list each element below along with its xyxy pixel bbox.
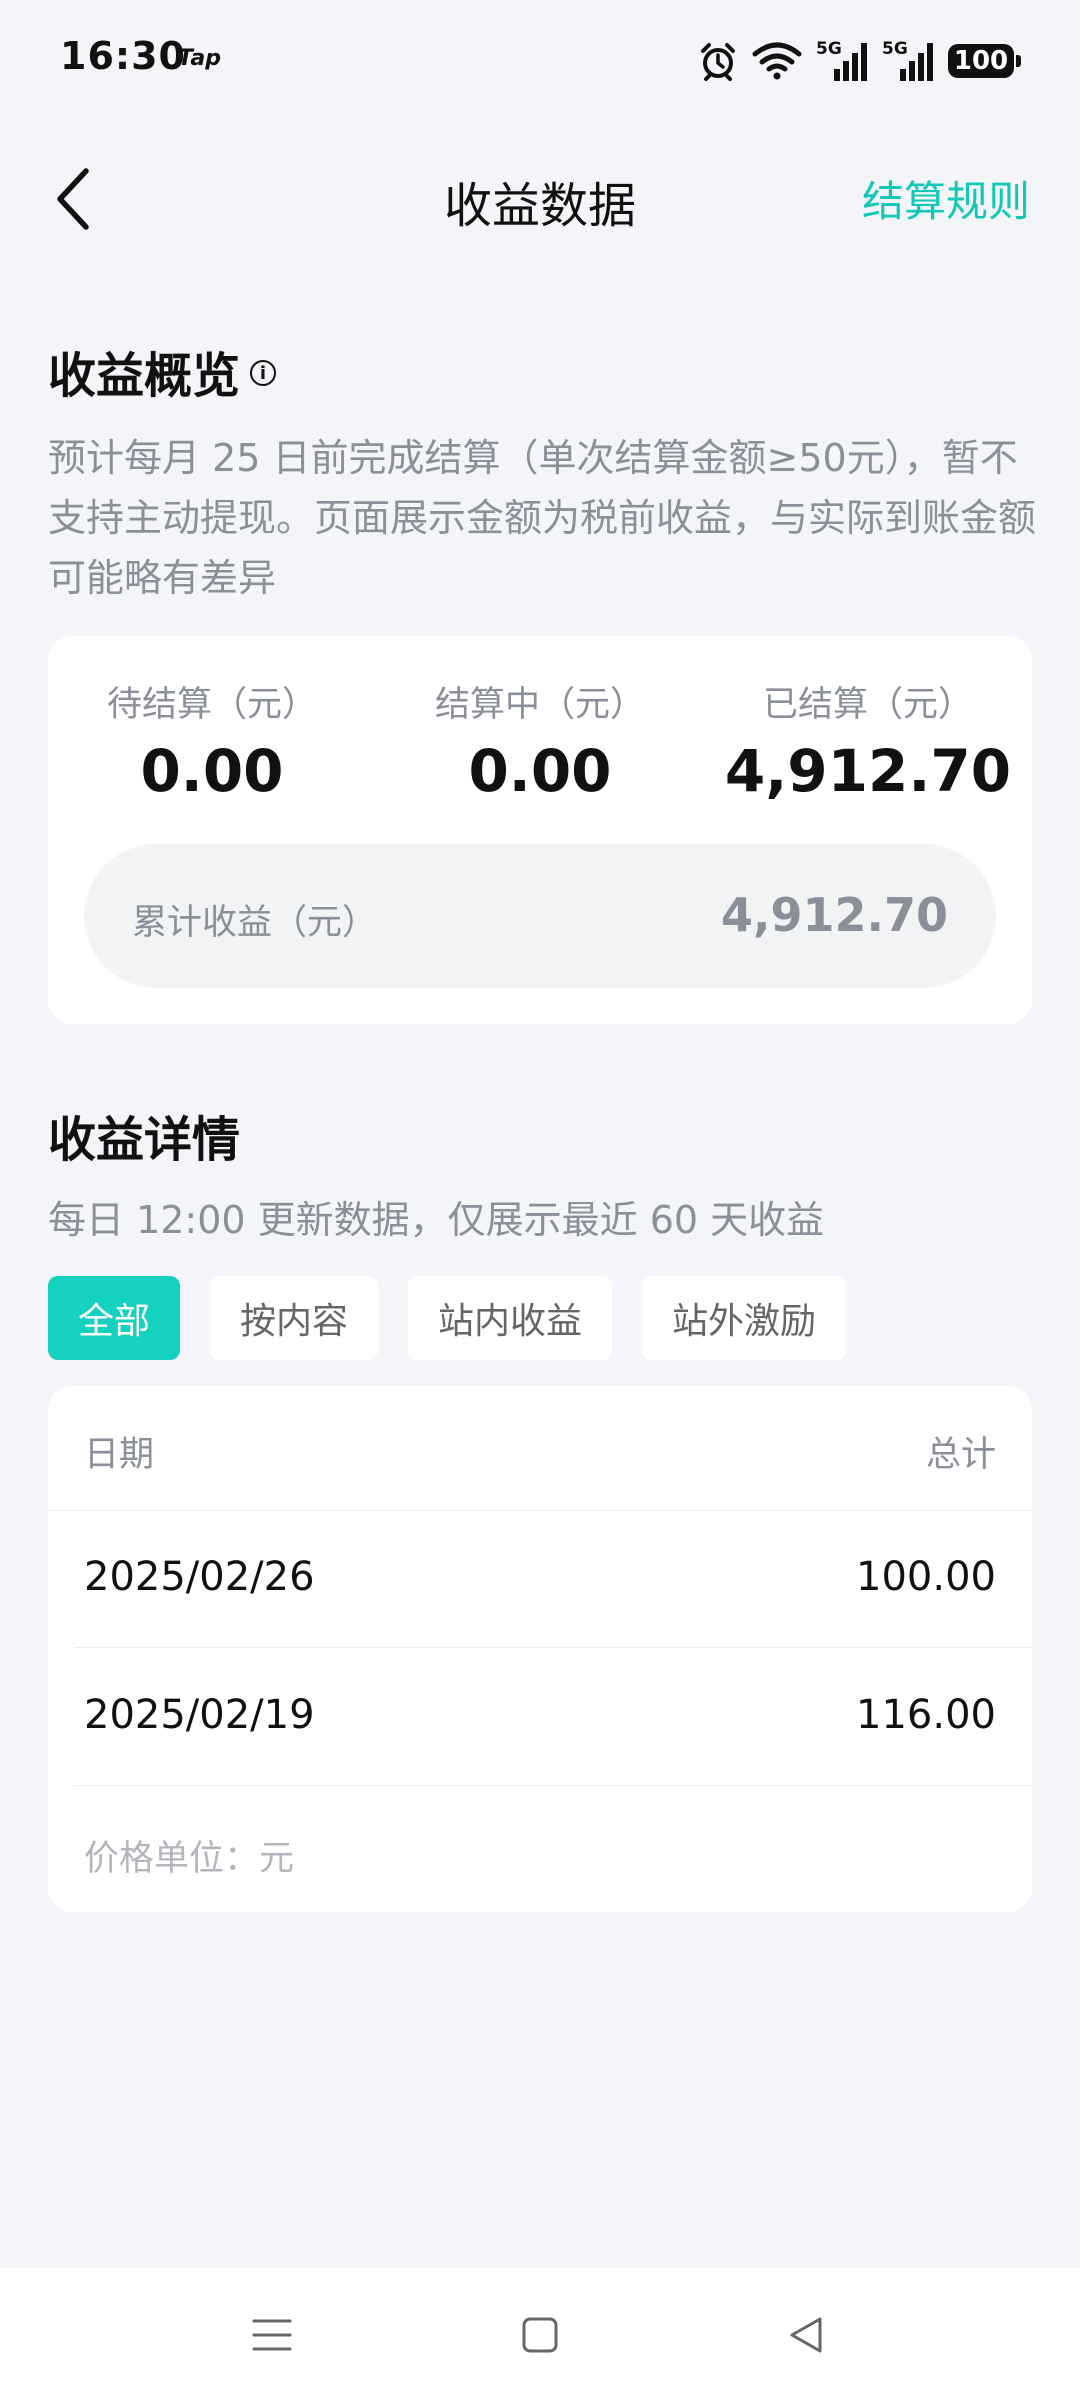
system-back-button[interactable]	[776, 2310, 836, 2360]
stat-label: 已结算（元）	[762, 685, 973, 725]
unit-note: 价格单位：元	[84, 1839, 295, 1879]
row-date: 2025/02/26	[84, 1554, 315, 1600]
overview-card: 待结算（元） 0.00 结算中（元） 0.00 已结算（元） 4,912.70 …	[48, 636, 1032, 1024]
carrier-tag: Tap	[178, 46, 221, 71]
stat-label: 结算中（元）	[434, 685, 645, 725]
menu-button[interactable]	[242, 2310, 302, 2360]
total-label: 累计收益（元）	[132, 903, 378, 943]
stat-value: 0.00	[468, 737, 612, 805]
details-title: 收益详情	[48, 1112, 241, 1168]
alarm-icon	[698, 41, 738, 81]
table-header: 日期 总计	[48, 1386, 1032, 1511]
filter-by-content[interactable]: 按内容	[210, 1276, 379, 1360]
status-time: 16:30	[60, 34, 186, 78]
wifi-icon	[752, 42, 802, 80]
filter-all[interactable]: 全部	[48, 1276, 181, 1360]
column-date: 日期	[84, 1435, 155, 1475]
status-icons: 5G 5G 100	[698, 36, 1021, 86]
overview-title: 收益概览 i	[48, 336, 277, 406]
total-earnings-pill: 累计收益（元） 4,912.70	[84, 844, 996, 988]
overview-description: 预计每月 25 日前完成结算（单次结算金额≥50元），暂不支持主动提现。页面展示…	[48, 436, 1037, 600]
stat-pending: 待结算（元） 0.00	[48, 676, 376, 805]
row-total: 100.00	[856, 1554, 996, 1600]
total-value: 4,912.70	[721, 888, 948, 942]
stat-value: 0.00	[140, 737, 284, 805]
table-row[interactable]: 2025/02/19 116.00	[48, 1648, 1032, 1786]
signal-icon-2: 5G	[882, 39, 934, 83]
table-row[interactable]: 2025/02/26 100.00	[48, 1510, 1032, 1648]
page: 16:30 Tap 5G 5G 100 收益数据 结算规则 收益概览 i 预计每…	[0, 0, 1080, 2400]
filter-chips: 全部 按内容 站内收益 站外激励	[48, 1276, 847, 1360]
triangle-left-icon	[790, 2317, 822, 2353]
details-description: 每日 12:00 更新数据，仅展示最近 60 天收益	[48, 1198, 825, 1242]
nav-bar: 收益数据 结算规则	[0, 140, 1080, 250]
battery-icon: 100	[948, 44, 1021, 78]
row-date: 2025/02/19	[84, 1692, 315, 1738]
stat-value: 4,912.70	[724, 737, 1012, 805]
home-button[interactable]	[510, 2310, 570, 2360]
status-bar: 16:30 Tap 5G 5G 100	[0, 0, 1080, 120]
row-total: 116.00	[856, 1692, 996, 1738]
stat-settled: 已结算（元） 4,912.70	[704, 676, 1032, 805]
filter-onsite[interactable]: 站内收益	[408, 1276, 613, 1360]
overview-title-text: 收益概览	[48, 348, 241, 404]
signal-icon-1: 5G	[816, 39, 868, 83]
info-icon[interactable]: i	[250, 360, 277, 386]
row-divider	[74, 1784, 1032, 1786]
system-nav-bar	[0, 2268, 1080, 2400]
stat-settling: 结算中（元） 0.00	[376, 676, 704, 805]
filter-offsite[interactable]: 站外激励	[642, 1276, 847, 1360]
menu-icon	[252, 2319, 292, 2351]
earnings-table: 日期 总计 2025/02/26 100.00 2025/02/19 116.0…	[48, 1386, 1032, 1912]
stat-label: 待结算（元）	[106, 685, 317, 725]
settlement-rules-link[interactable]: 结算规则	[862, 168, 1030, 229]
square-icon	[522, 2317, 558, 2353]
column-total: 总计	[925, 1435, 996, 1475]
